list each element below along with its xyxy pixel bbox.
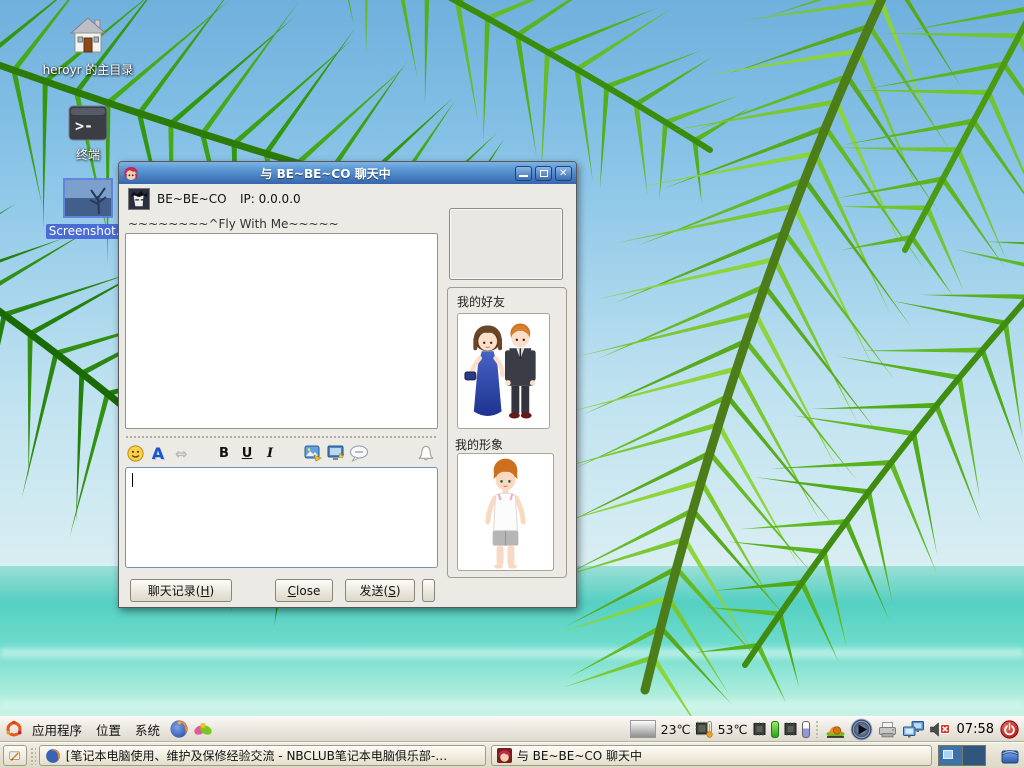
chat-history[interactable] xyxy=(125,233,438,429)
show-desktop-button[interactable] xyxy=(3,745,27,766)
sensor-bar-purple xyxy=(802,721,810,738)
show-desktop-icon xyxy=(9,748,21,764)
workspace-2[interactable] xyxy=(962,746,985,765)
shutdown-icon[interactable] xyxy=(1000,720,1019,739)
sensor-bar-green xyxy=(771,721,779,738)
network-icon[interactable] xyxy=(902,720,925,739)
button-row: 聊天记录(H) Close 发送(S) xyxy=(125,579,445,603)
svg-text:>-: >- xyxy=(75,117,93,135)
trash-applet-icon[interactable] xyxy=(1000,746,1020,765)
window-title: 与 BE~BE~CO 聊天中 xyxy=(139,165,512,182)
gnome-panel: 应用程序 位置 系统 23℃ xyxy=(0,716,1024,742)
ubuntu-menu-icon[interactable] xyxy=(5,720,23,738)
workspace-1[interactable] xyxy=(939,746,962,765)
peer-signature: ~~~~~~~~^Fly With Me~~~~~ xyxy=(128,217,339,231)
firefox-launcher-icon[interactable] xyxy=(169,719,189,739)
app-launcher-icon[interactable] xyxy=(193,719,213,739)
peer-name: BE~BE~CO xyxy=(157,192,227,206)
tray-app-icon[interactable] xyxy=(825,721,846,738)
firefox-icon xyxy=(45,748,61,764)
system-tray: 23℃ 53℃ xyxy=(630,718,1022,741)
italic-button[interactable]: I xyxy=(260,443,280,463)
emoticon-button[interactable] xyxy=(125,443,145,463)
sensor-chip-icon[interactable] xyxy=(752,720,767,738)
side-groupbox: 我的好友 xyxy=(447,287,567,578)
volume-muted-icon[interactable] xyxy=(929,721,951,738)
minimize-button[interactable] xyxy=(515,166,532,181)
taskbar-handle[interactable] xyxy=(30,747,36,765)
link-button[interactable] xyxy=(171,443,191,463)
sensor-chip-icon[interactable] xyxy=(783,720,798,738)
send-options-button[interactable] xyxy=(422,579,435,602)
bell-icon xyxy=(416,444,436,463)
workspace-switcher xyxy=(938,745,986,766)
task-chat[interactable]: 与 BE~BE~CO 聊天中 xyxy=(491,745,932,766)
desktop-icon-terminal[interactable]: >- 终端 xyxy=(28,105,148,163)
screenshot-icon xyxy=(327,445,345,462)
send-button[interactable]: 发送(S) xyxy=(345,579,415,602)
clock[interactable]: 07:58 xyxy=(957,722,994,737)
workspace-window xyxy=(943,750,953,759)
minimize-icon xyxy=(519,175,528,177)
menu-applications[interactable]: 应用程序 xyxy=(25,720,89,739)
home-icon xyxy=(67,14,109,56)
maximize-button[interactable] xyxy=(535,166,552,181)
avatar-label: 我的形象 xyxy=(455,436,503,453)
history-button[interactable]: 聊天记录(H) xyxy=(130,579,232,602)
menu-system[interactable]: 系统 xyxy=(128,720,167,739)
text-caret xyxy=(132,473,133,487)
task-title: [笔记本电脑使用、维护及保修经验交流 - NBCLUB笔记本电脑俱乐部-… xyxy=(66,747,447,764)
chat-task-icon xyxy=(497,748,512,763)
desktop-icon-home[interactable]: heroyr 的主目录 xyxy=(28,14,148,78)
couple-illustration xyxy=(458,314,549,428)
gpu-temp-value: 53℃ xyxy=(718,722,748,737)
tray-handle[interactable] xyxy=(815,720,820,738)
media-play-icon[interactable] xyxy=(850,718,873,741)
chat-window: 与 BE~BE~CO 聊天中 ✕ BE~BE~CO IP: 0.0.0.0 ~~… xyxy=(118,161,577,608)
screen-capture-button[interactable] xyxy=(326,443,346,463)
bold-button[interactable]: B xyxy=(214,443,234,463)
task-title: 与 BE~BE~CO 聊天中 xyxy=(517,747,642,764)
font-icon: A xyxy=(152,444,164,463)
taskbar: [笔记本电脑使用、维护及保修经验交流 - NBCLUB笔记本电脑俱乐部-… 与 … xyxy=(0,742,1024,768)
send-image-button[interactable] xyxy=(303,443,323,463)
task-firefox[interactable]: [笔记本电脑使用、维护及保修经验交流 - NBCLUB笔记本电脑俱乐部-… xyxy=(39,745,486,766)
link-icon xyxy=(175,444,188,463)
separator xyxy=(125,435,438,439)
tray-applet-box[interactable] xyxy=(630,720,656,738)
image-icon xyxy=(304,445,322,462)
my-avatar-image[interactable] xyxy=(457,453,554,571)
peer-avatar[interactable] xyxy=(128,188,150,210)
chat-window-titlebar[interactable]: 与 BE~BE~CO 聊天中 ✕ xyxy=(119,162,576,184)
menu-places[interactable]: 位置 xyxy=(89,720,128,739)
close-icon: ✕ xyxy=(559,169,567,179)
close-button[interactable]: ✕ xyxy=(555,166,572,181)
shake-window-button[interactable] xyxy=(416,443,436,463)
font-button[interactable]: A xyxy=(148,443,168,463)
close-chat-button[interactable]: Close xyxy=(275,579,333,602)
desktop: heroyr 的主目录 >- 终端 Screenshot.p 与 BE~BE~ xyxy=(0,0,1024,768)
printer-icon[interactable] xyxy=(877,721,898,738)
message-input[interactable] xyxy=(125,467,438,568)
maximize-icon xyxy=(540,170,548,177)
friends-label: 我的好友 xyxy=(457,293,505,310)
peer-ip: IP: 0.0.0.0 xyxy=(240,192,301,206)
underline-button[interactable]: U xyxy=(237,443,257,463)
desktop-icon-label: heroyr 的主目录 xyxy=(28,63,148,78)
side-panel: 我的好友 xyxy=(447,184,573,606)
friends-image[interactable] xyxy=(457,313,550,429)
chat-toolbar: A B U I xyxy=(125,441,438,465)
peer-display-box xyxy=(449,208,563,280)
sensor-thermometer-icon[interactable] xyxy=(695,720,714,738)
image-file-icon xyxy=(65,180,111,216)
chat-window-body: BE~BE~CO IP: 0.0.0.0 ~~~~~~~~^Fly With M… xyxy=(120,184,575,606)
terminal-icon: >- xyxy=(68,105,108,141)
speech-bubble-icon xyxy=(349,445,369,462)
avatar-illustration xyxy=(458,454,553,570)
cpu-temp-value: 23℃ xyxy=(661,722,691,737)
chat-window-icon xyxy=(123,165,139,181)
smiley-icon xyxy=(127,445,144,462)
quick-reply-button[interactable] xyxy=(349,443,369,463)
